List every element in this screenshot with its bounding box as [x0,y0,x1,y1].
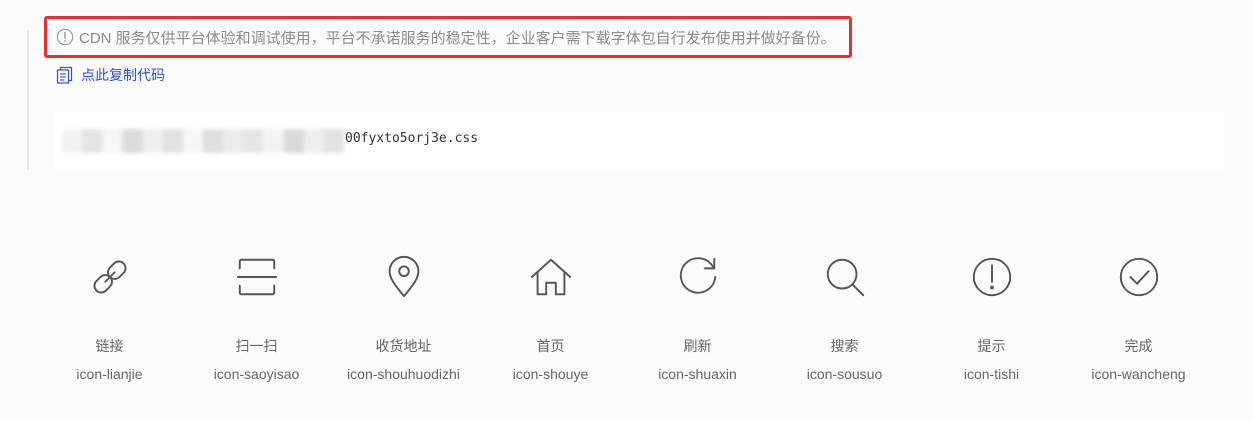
icon-class-name: icon-wancheng [1091,366,1186,382]
icon-label: 搜索 [830,338,859,354]
icon-item-tishi[interactable]: 提示 icon-tishi [918,246,1065,396]
icon-grid: 链接 icon-lianjie 扫一扫 icon-saoyisao 收货地址 i… [36,246,1216,396]
icon-label: 提示 [977,338,1006,354]
icon-item-shuaxin[interactable]: 刷新 icon-shuaxin [624,246,771,396]
icon-class-name: icon-tishi [963,366,1020,382]
icon-label: 扫一扫 [235,338,278,354]
scan-icon [236,258,277,296]
search-icon [826,258,864,297]
icon-item-saoyisao[interactable]: 扫一扫 icon-saoyisao [183,246,330,396]
copy-document-icon [56,66,73,84]
icon-class-name: icon-shouye [512,366,589,382]
icon-item-lianjie[interactable]: 链接 icon-lianjie [36,246,183,396]
copy-code-link[interactable]: 点此复制代码 [56,64,165,86]
redacted-code-prefix [62,129,344,153]
check-circle-icon [1119,257,1158,297]
icon-class-name: icon-shouhuodizhi [347,366,460,382]
icon-label: 刷新 [683,338,712,354]
icon-class-name: icon-sousuo [806,366,883,382]
link-icon [93,260,126,294]
icon-label: 首页 [536,338,565,354]
icon-label: 完成 [1124,338,1153,354]
warning-circle-icon [56,28,74,46]
code-snippet-box[interactable]: 00fyxto5orj3e.css [54,112,1224,170]
icon-class-name: icon-saoyisao [213,366,300,382]
icon-label: 链接 [95,338,124,354]
code-url-text: 00fyxto5orj3e.css [345,131,479,146]
refresh-icon [679,257,716,294]
icon-class-name: icon-lianjie [76,366,143,382]
icon-item-wancheng[interactable]: 完成 icon-wancheng [1065,246,1212,396]
home-icon [530,258,571,296]
icon-item-shouye[interactable]: 首页 icon-shouye [477,246,624,396]
icon-label: 收货地址 [375,338,432,354]
cdn-notice-banner: CDN 服务仅供平台体验和调试使用，平台不承诺服务的稳定性，企业客户需下载字体包… [44,16,852,58]
exclamation-circle-icon [972,257,1011,297]
icon-item-sousuo[interactable]: 搜索 icon-sousuo [771,246,918,396]
copy-code-label: 点此复制代码 [81,67,165,83]
icon-class-name: icon-shuaxin [658,366,737,382]
location-pin-icon [388,255,419,298]
icon-item-shouhuodizhi[interactable]: 收货地址 icon-shouhuodizhi [330,246,477,396]
content-left-border [27,30,29,170]
notice-text: CDN 服务仅供平台体验和调试使用，平台不承诺服务的稳定性，企业客户需下载字体包… [79,29,836,47]
